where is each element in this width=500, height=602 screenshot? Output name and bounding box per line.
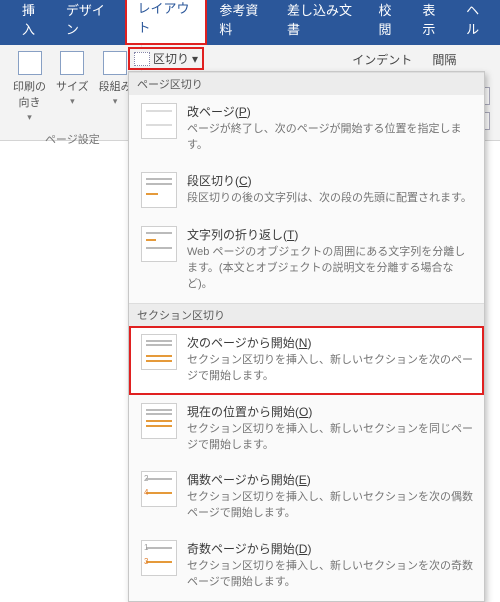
- chevron-down-icon: ▾: [70, 96, 75, 107]
- section-break-odd-page[interactable]: 1 3 奇数ページから開始(D) セクション区切りを挿入し、新しいセクションを次…: [129, 532, 484, 601]
- page-break-icon: [141, 103, 177, 139]
- chevron-down-icon: ▾: [113, 96, 118, 107]
- text-wrap-break-icon: [141, 226, 177, 262]
- orientation-icon: [18, 51, 42, 75]
- tab-layout[interactable]: レイアウト: [127, 0, 205, 43]
- tab-mailmerge[interactable]: 差し込み文書: [277, 0, 368, 45]
- ribbon-tabbar: 挿入 デザイン レイアウト 参考資料 差し込み文書 校閲 表示 ヘル: [0, 8, 500, 45]
- tab-view[interactable]: 表示: [412, 0, 456, 45]
- next-page-break-icon: [141, 334, 177, 370]
- size-button[interactable]: サイズ ▾: [53, 49, 92, 109]
- breaks-button[interactable]: 区切り ▾: [128, 47, 204, 70]
- tab-help[interactable]: ヘル: [456, 0, 500, 45]
- section-break-continuous[interactable]: 現在の位置から開始(O) セクション区切りを挿入し、新しいセクションを同じページ…: [129, 395, 484, 464]
- breaks-dropdown: ページ区切り 改ページ(P) ページが終了し、次のページが開始する位置を指定しま…: [128, 71, 485, 602]
- page-setup-group-label: ページ設定: [45, 131, 100, 147]
- tab-insert[interactable]: 挿入: [12, 0, 56, 45]
- tab-references[interactable]: 参考資料: [209, 0, 277, 45]
- dropdown-header-section-breaks: セクション区切り: [129, 303, 484, 326]
- highlight-layout-tab: レイアウト: [125, 0, 207, 45]
- breaks-label: 区切り: [153, 50, 189, 67]
- chevron-down-icon: ▾: [192, 52, 198, 66]
- orientation-label-1: 印刷の: [13, 78, 46, 94]
- section-break-even-page[interactable]: 2 4 偶数ページから開始(E) セクション区切りを挿入し、新しいセクションを次…: [129, 463, 484, 532]
- break-text-wrapping[interactable]: 文字列の折り返し(T) Web ページのオブジェクトの周囲にある文字列を分離しま…: [129, 218, 484, 303]
- odd-page-break-icon: 1 3: [141, 540, 177, 576]
- even-page-break-icon: 2 4: [141, 471, 177, 507]
- columns-icon: [103, 51, 127, 75]
- chevron-down-icon: ▾: [27, 112, 32, 123]
- dropdown-header-page-breaks: ページ区切り: [129, 72, 484, 95]
- spacing-label: 間隔: [432, 51, 490, 68]
- break-page[interactable]: 改ページ(P) ページが終了し、次のページが開始する位置を指定します。: [129, 95, 484, 164]
- size-icon: [60, 51, 84, 75]
- tab-review[interactable]: 校閲: [369, 0, 413, 45]
- continuous-break-icon: [141, 403, 177, 439]
- columns-label: 段組み: [99, 78, 132, 94]
- column-break-icon: [141, 172, 177, 208]
- breaks-icon: [134, 52, 150, 66]
- size-label: サイズ: [56, 78, 89, 94]
- break-column[interactable]: 段区切り(C) 段区切りの後の文字列は、次の段の先頭に配置されます。: [129, 164, 484, 218]
- section-break-next-page[interactable]: 次のページから開始(N) セクション区切りを挿入し、新しいセクションを次のページ…: [129, 326, 484, 395]
- orientation-button[interactable]: 印刷の 向き ▾: [10, 49, 49, 125]
- group-page-setup: 印刷の 向き ▾ サイズ ▾ 段組み ▾ ページ設定: [0, 45, 142, 144]
- orientation-label-2: 向き: [19, 94, 41, 110]
- tab-design[interactable]: デザイン: [56, 0, 124, 45]
